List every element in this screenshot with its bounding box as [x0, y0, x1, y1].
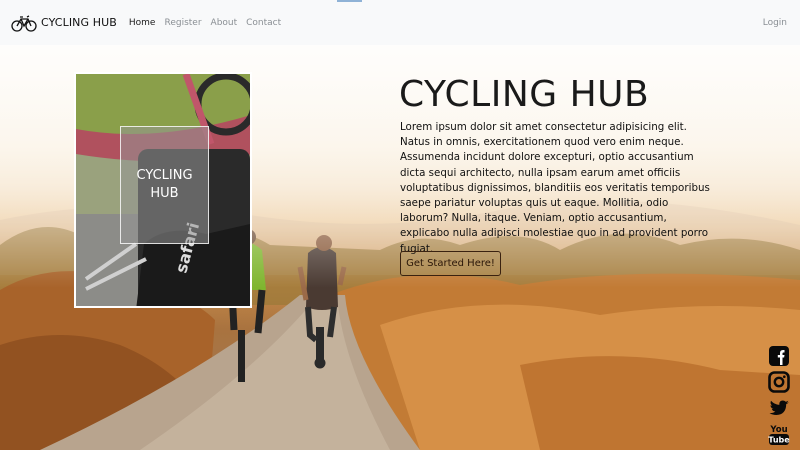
twitter-icon[interactable] — [768, 397, 790, 419]
card-logo-text: CYCLING HUB — [130, 167, 200, 203]
nav-link-contact[interactable]: Contact — [246, 18, 281, 28]
facebook-icon[interactable] — [768, 345, 790, 367]
page-title: CYCLING HUB — [399, 74, 650, 115]
card-logo-line2: HUB — [150, 186, 179, 201]
svg-text:Tube: Tube — [768, 436, 790, 445]
hero-description: Lorem ipsum dolor sit amet consectetur a… — [400, 121, 710, 255]
svg-text:You: You — [769, 425, 787, 435]
login-link[interactable]: Login — [763, 18, 787, 28]
bicycle-icon — [11, 14, 37, 32]
nav-links: Home Register About Contact — [129, 18, 290, 28]
nav-link-about[interactable]: About — [211, 18, 238, 28]
get-started-button[interactable]: Get Started Here! — [400, 251, 501, 276]
loading-indicator — [337, 0, 362, 2]
social-links: You Tube — [768, 345, 790, 449]
brand-name: CYCLING HUB — [41, 16, 117, 29]
instagram-icon[interactable] — [768, 371, 790, 393]
brand[interactable]: CYCLING HUB — [11, 14, 117, 32]
nav-link-register[interactable]: Register — [164, 18, 201, 28]
card-logo: CYCLING HUB — [120, 126, 209, 244]
card-logo-line1: CYCLING — [136, 168, 193, 183]
youtube-icon[interactable]: You Tube — [768, 423, 790, 445]
navbar: CYCLING HUB Home Register About Contact … — [0, 0, 800, 45]
hero-photo: safari CYCLING HUB — [74, 72, 252, 308]
nav-link-home[interactable]: Home — [129, 18, 156, 28]
